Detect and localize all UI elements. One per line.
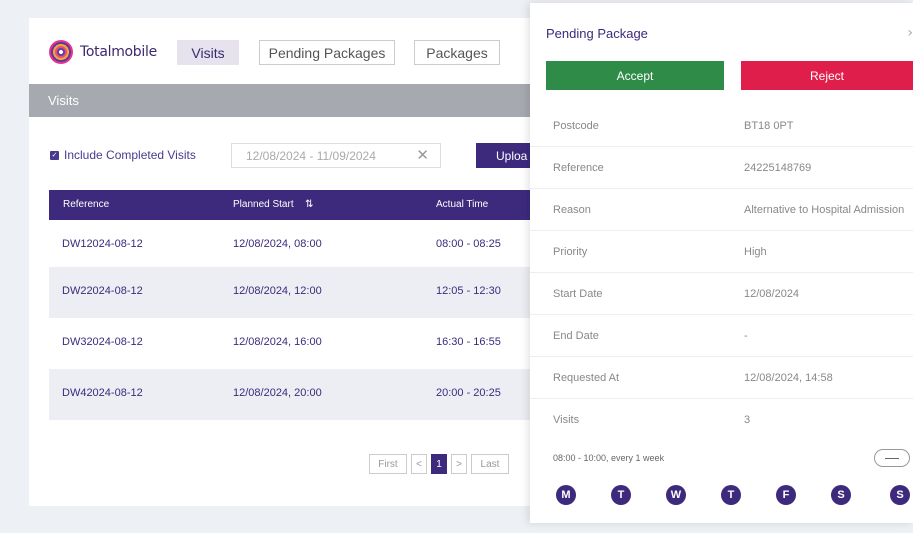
detail-value: 24225148769 — [744, 162, 812, 174]
page-first-button[interactable]: First — [369, 454, 407, 474]
day-monday[interactable]: M — [556, 485, 576, 505]
cell-reference: DW42024-08-12 — [62, 387, 143, 399]
table-row[interactable]: DW22024-08-12 12/08/2024, 12:00 12:05 - … — [49, 267, 569, 318]
detail-row-reason: Reason Alternative to Hospital Admission — [530, 189, 913, 231]
date-range-input[interactable]: 12/08/2024 - 11/09/2024 ✕ — [231, 143, 441, 168]
pagination: First < 1 > Last — [369, 454, 513, 474]
detail-row-end-date: End Date - — [530, 315, 913, 357]
page-prev-button[interactable]: < — [411, 454, 427, 474]
panel-title: Pending Package — [546, 26, 648, 41]
detail-value: 3 — [744, 414, 751, 426]
table-row[interactable]: DW32024-08-12 12/08/2024, 16:00 16:30 - … — [49, 318, 569, 369]
fingerprint-logo-icon — [49, 40, 73, 64]
detail-value: - — [744, 330, 748, 342]
date-range-value: 12/08/2024 - 11/09/2024 — [246, 149, 376, 163]
section-title: Visits — [48, 93, 79, 108]
sort-icon[interactable]: ⇅ — [305, 199, 313, 210]
page-1-button[interactable]: 1 — [431, 454, 447, 474]
cell-planned-start: 12/08/2024, 12:00 — [233, 285, 322, 297]
day-sunday[interactable]: S — [890, 485, 910, 505]
visits-card: Totalmobile Visits Pending Packages Pack… — [29, 18, 569, 506]
top-nav: Totalmobile Visits Pending Packages Pack… — [29, 18, 569, 84]
day-wednesday[interactable]: W — [666, 485, 686, 505]
table-row[interactable]: DW42024-08-12 12/08/2024, 20:00 20:00 - … — [49, 369, 569, 420]
table-header: Reference Planned Start ⇅ Actual Time — [49, 190, 569, 220]
detail-row-start-date: Start Date 12/08/2024 — [530, 273, 913, 315]
weekday-selector: M T W T F S S — [556, 485, 913, 505]
header-actual-time[interactable]: Actual Time — [436, 199, 488, 210]
include-completed-label[interactable]: Include Completed Visits — [64, 148, 196, 162]
cell-actual-time: 12:05 - 12:30 — [436, 285, 501, 297]
reject-button[interactable]: Reject — [741, 61, 913, 90]
detail-label: Reason — [553, 204, 591, 216]
detail-row-reference: Reference 24225148769 — [530, 147, 913, 189]
detail-label: Postcode — [553, 120, 599, 132]
cell-actual-time: 16:30 - 16:55 — [436, 336, 501, 348]
detail-value: BT18 0PT — [744, 120, 794, 132]
page-next-button[interactable]: > — [451, 454, 467, 474]
detail-value: Alternative to Hospital Admission — [744, 204, 905, 216]
cell-planned-start: 12/08/2024, 16:00 — [233, 336, 322, 348]
cell-reference: DW32024-08-12 — [62, 336, 143, 348]
header-reference[interactable]: Reference — [63, 199, 109, 210]
nav-visits-button[interactable]: Visits — [177, 40, 239, 65]
cell-actual-time: 20:00 - 20:25 — [436, 387, 501, 399]
brand-logo: Totalmobile — [49, 40, 157, 64]
detail-row-postcode: Postcode BT18 0PT — [530, 105, 913, 147]
detail-value: 12/08/2024, 14:58 — [744, 372, 833, 384]
filter-row: ✓ Include Completed Visits 12/08/2024 - … — [29, 143, 569, 169]
detail-label: Requested At — [553, 372, 620, 384]
detail-label: Visits — [553, 414, 580, 426]
day-thursday[interactable]: T — [721, 485, 741, 505]
brand-name: Totalmobile — [80, 44, 157, 60]
pending-package-panel: Pending Package › Accept Reject Postcode… — [530, 3, 913, 523]
cell-planned-start: 12/08/2024, 20:00 — [233, 387, 322, 399]
nav-pending-packages-button[interactable]: Pending Packages — [259, 40, 395, 65]
detail-label: Start Date — [553, 288, 603, 300]
day-saturday[interactable]: S — [831, 485, 851, 505]
nav-packages-button[interactable]: Packages — [414, 40, 500, 65]
include-completed-checkbox[interactable]: ✓ — [50, 151, 59, 160]
day-friday[interactable]: F — [776, 485, 796, 505]
detail-label: Priority — [553, 246, 588, 258]
schedule-text: 08:00 - 10:00, every 1 week — [553, 453, 665, 463]
section-header: Visits — [29, 84, 569, 117]
table-row[interactable]: DW12024-08-12 12/08/2024, 08:00 08:00 - … — [49, 220, 569, 271]
detail-row-priority: Priority High — [530, 231, 913, 273]
detail-label: Reference — [553, 162, 604, 174]
detail-value: 12/08/2024 — [744, 288, 800, 300]
accept-button[interactable]: Accept — [546, 61, 724, 90]
day-tuesday[interactable]: T — [611, 485, 631, 505]
cell-reference: DW12024-08-12 — [62, 238, 143, 250]
page-last-button[interactable]: Last — [471, 454, 509, 474]
detail-label: End Date — [553, 330, 599, 342]
cell-planned-start: 12/08/2024, 08:00 — [233, 238, 322, 250]
cell-actual-time: 08:00 - 08:25 — [436, 238, 501, 250]
header-planned-start[interactable]: Planned Start — [233, 199, 294, 210]
clear-icon[interactable]: ✕ — [416, 146, 429, 164]
detail-row-requested-at: Requested At 12/08/2024, 14:58 — [530, 357, 913, 399]
detail-row-visits: Visits 3 — [530, 399, 913, 441]
cell-reference: DW22024-08-12 — [62, 285, 143, 297]
close-icon[interactable]: › — [907, 25, 913, 41]
detail-value: High — [744, 246, 767, 258]
collapse-toggle[interactable] — [874, 449, 910, 467]
